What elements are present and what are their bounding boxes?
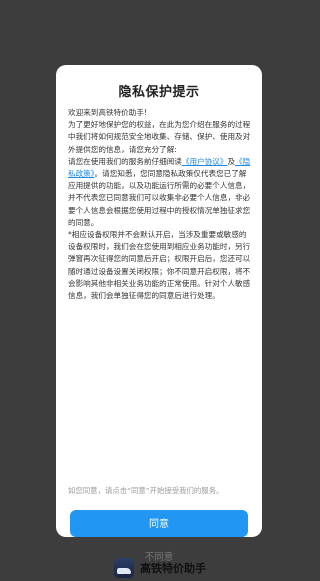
and-text: 及 bbox=[227, 156, 236, 166]
agree-button[interactable]: 同意 bbox=[70, 510, 248, 537]
app-footer: 高铁特价助手 bbox=[0, 556, 320, 580]
app-name: 高铁特价助手 bbox=[140, 562, 206, 575]
consent-note: 如您同意，请点击“同意”开始接受我们的服务。 bbox=[68, 486, 224, 495]
greeting-text: 欢迎来到高铁特价助手! bbox=[68, 108, 147, 117]
dialog-title: 隐私保护提示 bbox=[118, 85, 200, 100]
train-app-icon bbox=[114, 558, 134, 578]
policy-prefix: 请您在使用我们的服务前仔细阅读 bbox=[68, 156, 182, 166]
policy-suffix: 。请您知悉，您同意隐私政策仅代表您已了解应用提供的功能，以及功能运行所需的必要个… bbox=[68, 169, 251, 227]
privacy-dialog: 隐私保护提示 欢迎来到高铁特价助手! 为了更好地保护您的权益，在此为您介绍在服务… bbox=[56, 65, 262, 563]
dialog-content: 欢迎来到高铁特价助手! 为了更好地保护您的权益，在此为您介绍在服务的过程中我们将… bbox=[68, 107, 251, 302]
policy-paragraph: 请您在使用我们的服务前仔细阅读《用户协议》及《隐私政策》。请您知悉，您同意隐私政… bbox=[68, 156, 251, 229]
permission-paragraph: *相应设备权限并不会默认开启，当涉及重要或敏感的设备权限时，我们会在您使用到相应… bbox=[68, 230, 251, 301]
user-agreement-link[interactable]: 《用户协议》 bbox=[182, 157, 228, 166]
intro-paragraph: 为了更好地保护您的权益，在此为您介绍在服务的过程中我们将如何规范安全地收集、存储… bbox=[68, 120, 251, 154]
